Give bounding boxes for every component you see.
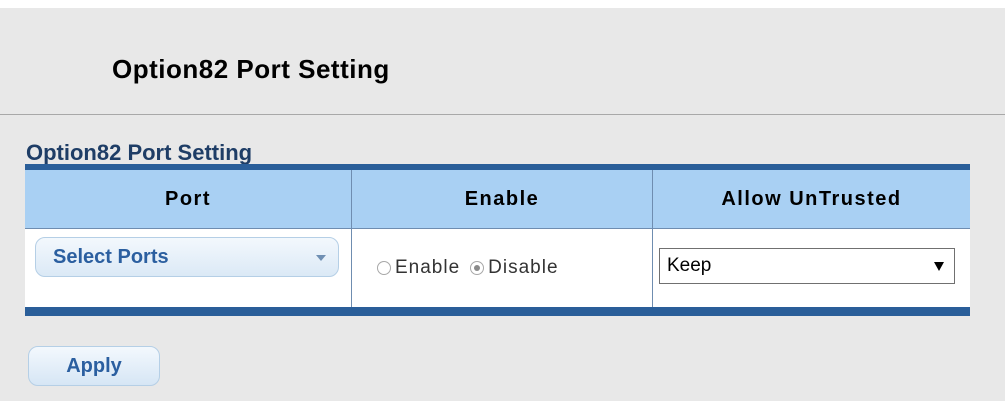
section-title: Option82 Port Setting <box>26 140 253 165</box>
table-header-row: Port Enable Allow UnTrusted <box>25 170 970 228</box>
column-divider <box>351 228 352 307</box>
enable-radio-group: Enable Disable <box>377 250 569 286</box>
enable-radio[interactable] <box>377 261 391 275</box>
column-header-port: Port <box>25 170 352 228</box>
enable-radio-label[interactable]: Enable <box>395 257 460 279</box>
table-bottom-bar <box>25 307 970 316</box>
disable-radio[interactable] <box>470 261 485 275</box>
chevron-down-icon <box>316 255 326 261</box>
apply-button[interactable]: Apply <box>28 346 160 386</box>
column-divider <box>652 228 653 307</box>
select-ports-label: Select Ports <box>53 245 169 268</box>
allow-untrusted-value: Keep <box>667 255 712 276</box>
disable-radio-label[interactable]: Disable <box>488 257 558 279</box>
select-ports-dropdown[interactable]: Select Ports <box>35 237 339 277</box>
page-title: Option82 Port Setting <box>112 54 390 84</box>
title-divider <box>0 114 1005 115</box>
column-header-allow-untrusted: Allow UnTrusted <box>721 187 902 210</box>
column-header-enable: Enable <box>352 170 653 228</box>
triangle-down-icon <box>934 262 944 271</box>
allow-untrusted-select[interactable]: Keep <box>659 248 955 284</box>
